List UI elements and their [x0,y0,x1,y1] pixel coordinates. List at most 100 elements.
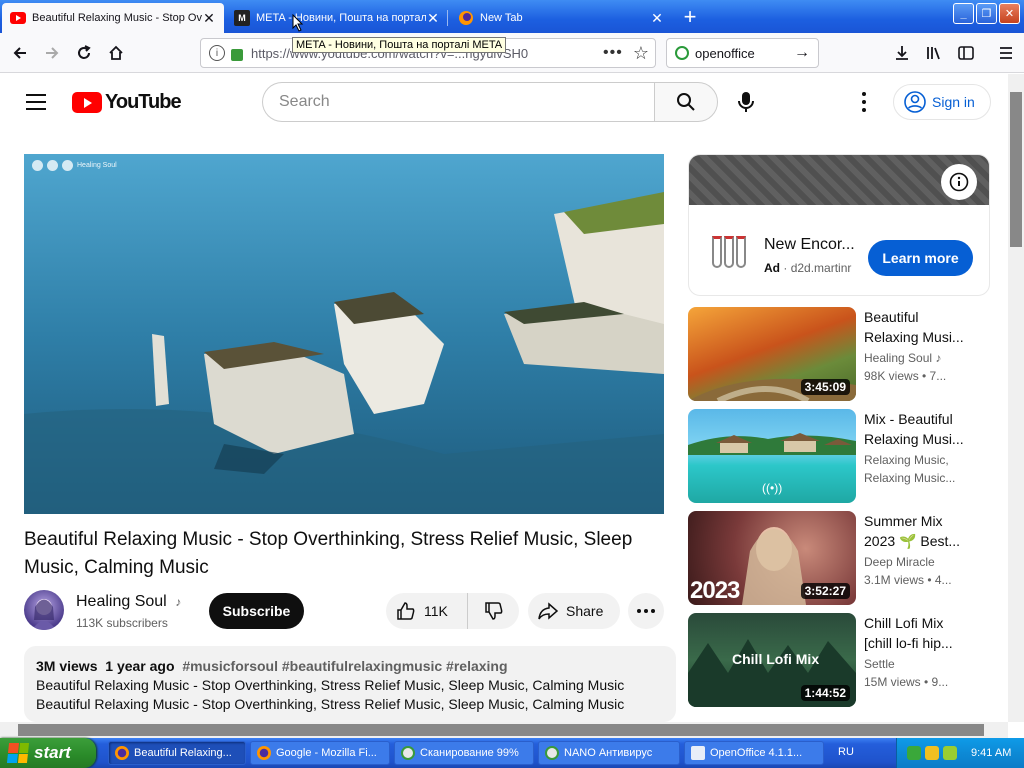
tab-new[interactable]: New Tab ✕ [450,3,672,33]
tray-network-icon[interactable] [943,746,957,760]
search-box[interactable]: openoffice → [666,38,819,68]
youtube-header: YouTube Search Sign in [0,74,1008,130]
channel-name[interactable]: Healing Soul ♪ [76,593,181,611]
back-arrow-icon[interactable] [6,39,34,67]
window-controls: _ ❐ ✕ [953,3,1020,24]
minimize-icon[interactable]: _ [953,3,974,24]
channel-avatar[interactable] [24,590,64,630]
tab-youtube[interactable]: Beautiful Relaxing Music - Stop Ov ✕ [2,3,224,33]
search-go-arrow-icon[interactable]: → [794,44,810,62]
taskbar-item-openoffice[interactable]: OpenOffice 4.1.1... [684,741,824,765]
learn-more-button[interactable]: Learn more [868,240,973,276]
language-indicator[interactable]: RU [838,746,854,758]
downloads-icon[interactable] [888,39,916,67]
like-dislike-group: 11K [386,593,519,629]
info-icon[interactable]: i [209,45,225,61]
recommendation-views: 15M views • 9... [864,675,949,689]
recommendation-item[interactable]: 2023 3:52:27 Summer Mix 2023 🌱 Best... D… [688,511,990,605]
recommendation-channel[interactable]: Settle [864,657,974,671]
close-tab-icon[interactable]: ✕ [202,10,216,27]
reload-icon[interactable] [70,39,98,67]
account-circle-icon [904,91,926,113]
lock-icon[interactable] [231,49,243,61]
vertical-scrollbar[interactable] [1008,74,1024,722]
dislike-button[interactable] [468,593,519,629]
taskbar-item-google[interactable]: Google - Mozilla Fi... [250,741,390,765]
tray-security-icon[interactable] [925,746,939,760]
navigation-toolbar: i https://www.youtube.com/watch?v=...ngy… [0,33,1024,73]
ad-logo-icon [712,236,746,268]
watermark-icon [62,160,73,171]
upload-age: 1 year ago [105,658,175,674]
recommendation-thumbnail[interactable]: 3:45:09 [688,307,856,401]
ad-domain: d2d.martinr [790,261,852,275]
microphone-icon[interactable] [733,89,759,115]
description-meta: 3M views 1 year ago #musicforsoul #beaut… [36,658,664,674]
taskbar-item-label: NANO Антивирус [564,747,653,759]
more-actions-icon[interactable] [628,593,664,629]
horizontal-scroll-thumb[interactable] [18,724,984,736]
taskbar-item-scan[interactable]: Сканирование 99% [394,741,534,765]
taskbar-item-youtube[interactable]: Beautiful Relaxing... [108,741,246,765]
recommendation-title[interactable]: Summer Mix 2023 🌱 Best... [864,511,974,551]
bookmark-star-icon[interactable]: ☆ [633,43,649,64]
close-tab-icon[interactable]: ✕ [650,10,664,27]
page-actions-icon[interactable]: ••• [603,44,623,62]
taskbar-item-nano[interactable]: NANO Антивирус [538,741,680,765]
share-button[interactable]: Share [528,593,620,629]
restore-icon[interactable]: ❐ [976,3,997,24]
recommendation-item[interactable]: ((•)) Mix - Beautiful Relaxing Musi... R… [688,409,990,503]
recommendation-thumbnail[interactable]: Chill Lofi Mix 1:44:52 [688,613,856,707]
vertical-scroll-thumb[interactable] [1010,92,1022,247]
system-tray: 9:41 AM [896,738,1024,768]
home-icon[interactable] [102,39,130,67]
video-description[interactable]: 3M views 1 year ago #musicforsoul #beaut… [24,646,676,722]
recommendation-title[interactable]: Beautiful Relaxing Musi... [864,307,974,347]
youtube-search-input[interactable]: Search [262,82,655,122]
description-line: Beautiful Relaxing Music - Stop Overthin… [36,696,625,712]
recommendation-title[interactable]: Chill Lofi Mix [chill lo-fi hip... [864,613,974,653]
recommendation-thumbnail[interactable]: ((•)) [688,409,856,503]
description-line: Beautiful Relaxing Music - Stop Overthin… [36,677,625,693]
menu-hamburger-icon[interactable] [992,39,1020,67]
ad-separator: · [783,261,788,275]
recommendation-item[interactable]: 3:45:09 Beautiful Relaxing Musi... Heali… [688,307,990,401]
library-icon[interactable] [920,39,948,67]
sidebar-toggle-icon[interactable] [952,39,980,67]
ad-info-icon[interactable] [941,164,977,200]
taskbar-item-label: OpenOffice 4.1.1... [710,747,803,759]
youtube-logo-text: YouTube [105,91,182,113]
recommendation-channel[interactable]: Relaxing Music, [864,453,974,467]
settings-more-icon[interactable] [858,92,870,112]
thumbs-down-icon [484,602,502,620]
hashtags[interactable]: #musicforsoul #beautifulrelaxingmusic #r… [182,658,507,674]
ad-title[interactable]: New Encor... [764,236,856,254]
video-player[interactable]: Healing Soul [24,154,664,514]
like-button[interactable]: 11K [386,593,468,629]
youtube-play-logo-icon [72,92,102,113]
watermark-text: Healing Soul [77,162,117,169]
youtube-logo[interactable]: YouTube [72,91,182,114]
recommendation-channel[interactable]: Healing Soul ♪ [864,351,974,365]
tab-meta[interactable]: M META - Новини, Пошта на порталі ✕ [226,3,448,33]
start-button[interactable]: start [0,738,96,768]
avatar-character-icon [32,599,56,630]
new-tab-plus-icon[interactable]: + [676,5,704,29]
guide-menu-icon[interactable] [26,94,46,115]
tab-divider [447,10,448,26]
youtube-search-button[interactable] [654,82,718,122]
recommendation-thumbnail[interactable]: 2023 3:52:27 [688,511,856,605]
sign-in-button[interactable]: Sign in [893,84,991,120]
channel-name-text: Healing Soul [76,593,167,610]
forward-arrow-icon[interactable] [38,39,66,67]
tray-shield-icon[interactable] [907,746,921,760]
subscribe-button[interactable]: Subscribe [209,593,304,629]
video-duration: 3:45:09 [800,379,850,395]
recommendation-item[interactable]: Chill Lofi Mix 1:44:52 Chill Lofi Mix [c… [688,613,990,707]
close-window-icon[interactable]: ✕ [999,3,1020,24]
close-tab-icon[interactable]: ✕ [426,10,440,27]
browser-tabstrip: Beautiful Relaxing Music - Stop Ov ✕ M M… [0,0,1024,33]
recommendation-title[interactable]: Mix - Beautiful Relaxing Musi... [864,409,974,449]
horizontal-scrollbar[interactable] [0,722,1008,738]
recommendation-channel[interactable]: Deep Miracle [864,555,974,569]
